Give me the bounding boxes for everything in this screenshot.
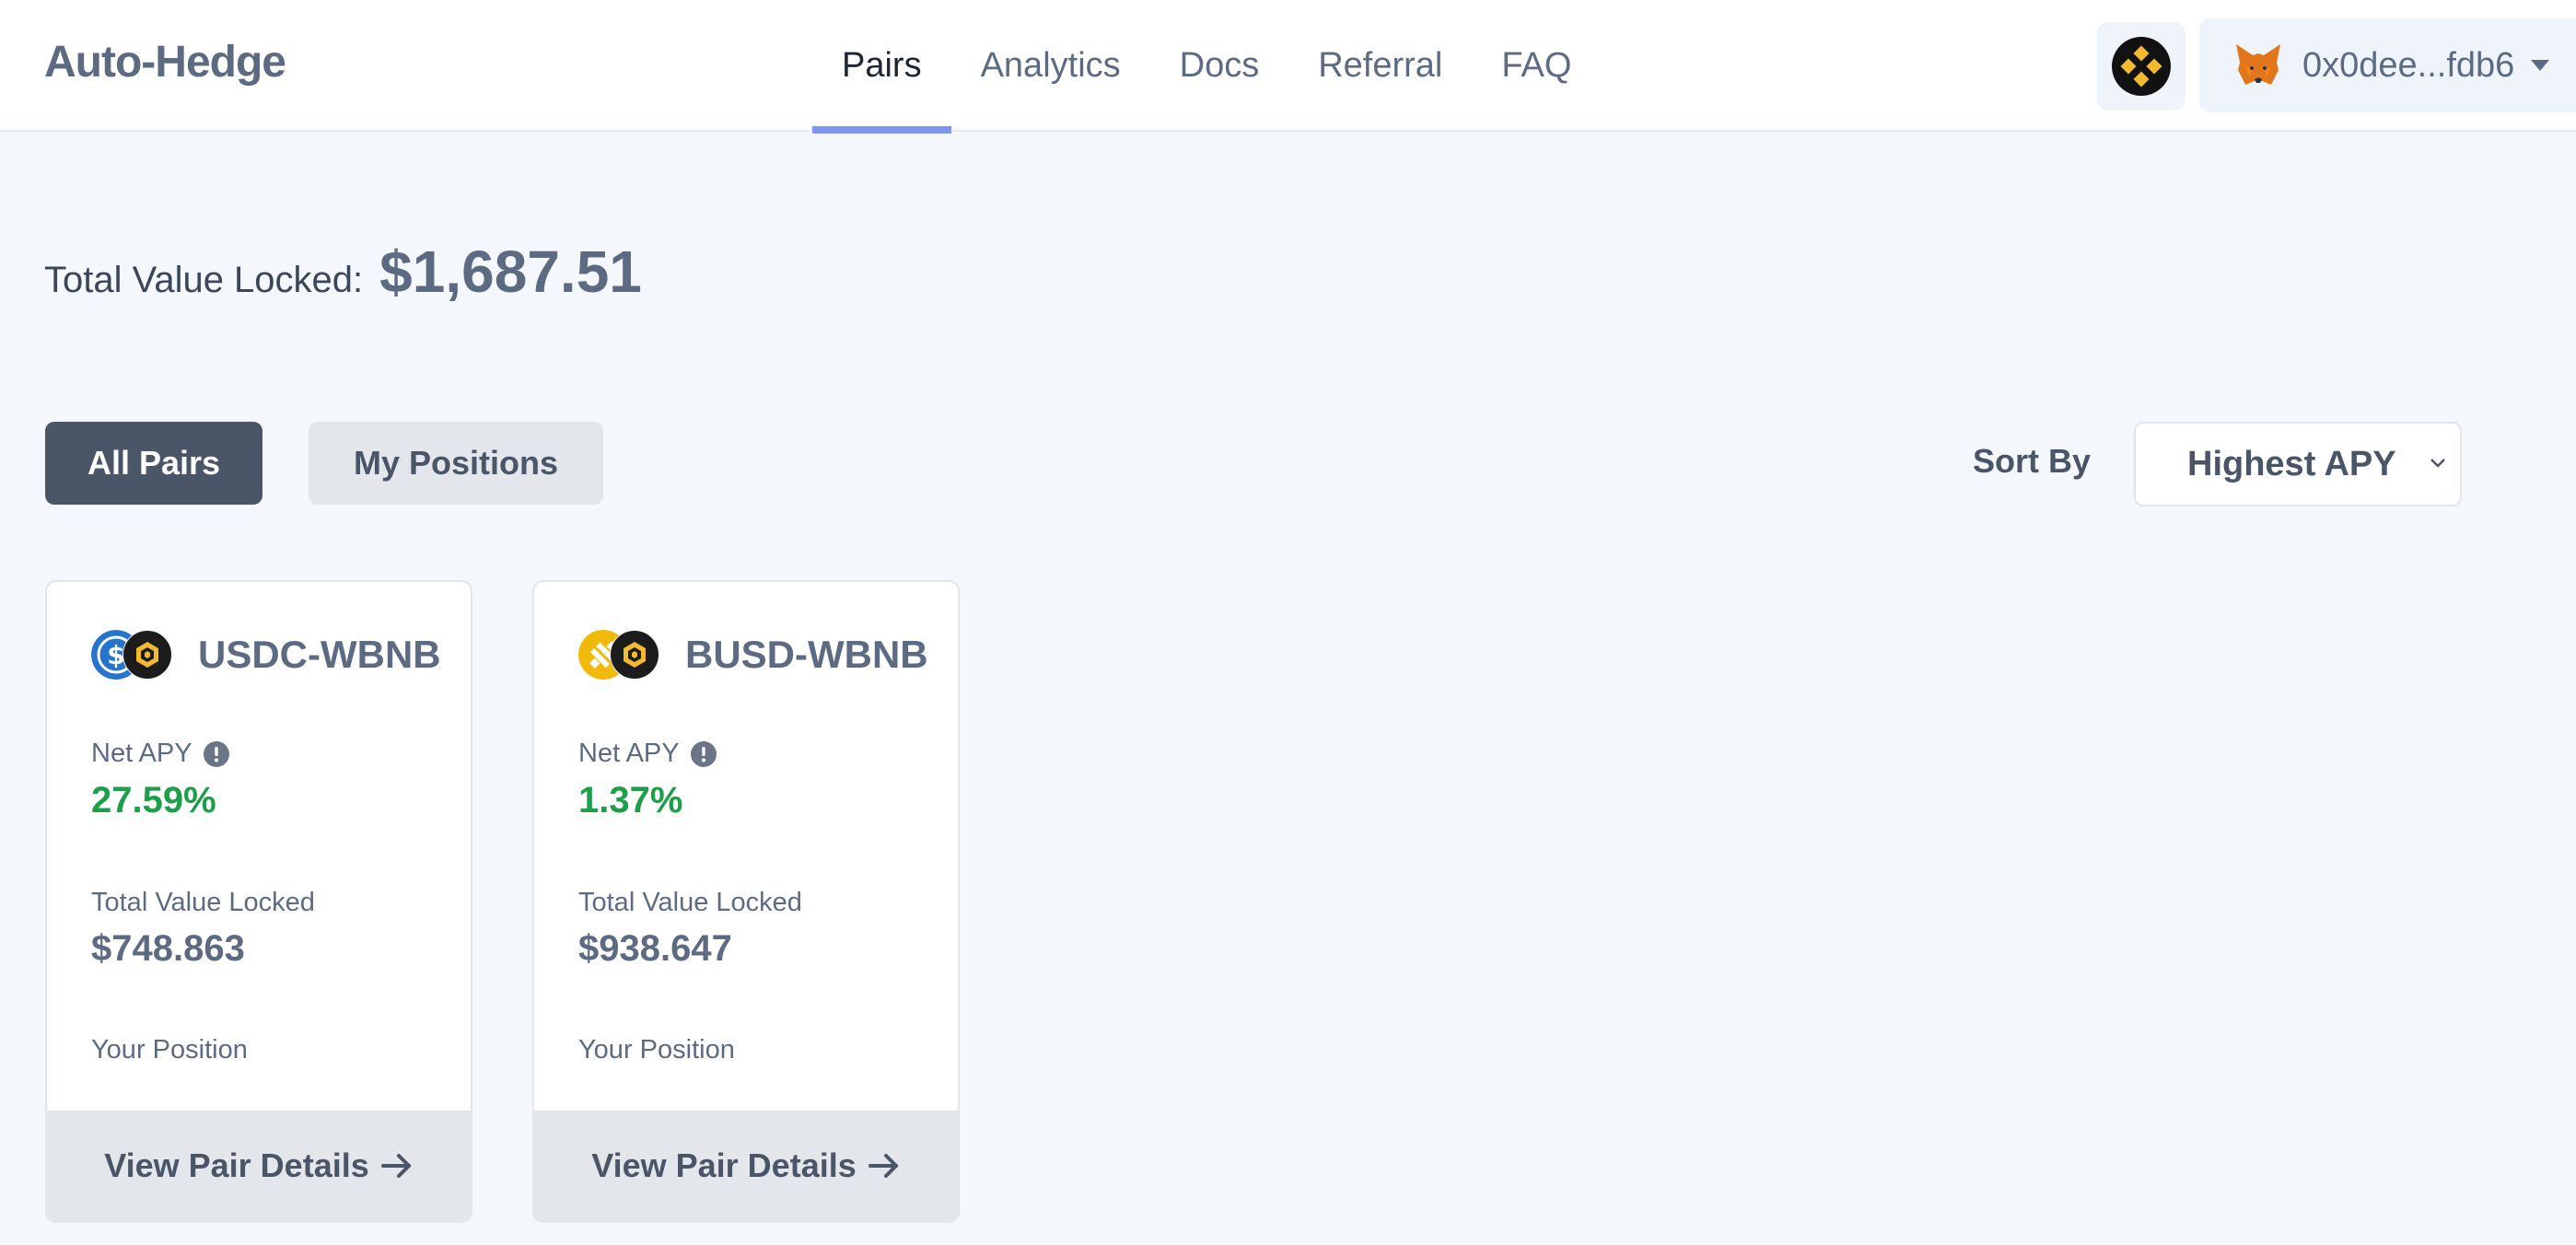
info-icon[interactable] (690, 740, 717, 767)
your-position-label: Your Position (91, 1035, 248, 1065)
wallet-button[interactable]: 0x0dee...fdb6 (2199, 18, 2576, 112)
sort-select[interactable]: Highest APY (2134, 422, 2462, 506)
nav-item-referral[interactable]: Referral (1288, 0, 1472, 132)
view-pair-details-label: View Pair Details (591, 1146, 857, 1184)
nav-item-faq[interactable]: FAQ (1472, 0, 1601, 132)
sort-by-label: Sort By (1973, 442, 2092, 480)
your-position-label: Your Position (578, 1035, 735, 1065)
pair-card: $ USDC-WBNB Net APY 27.59% Total Value L… (45, 580, 472, 1223)
pair-tvl-value: $938.647 (578, 928, 732, 969)
arrow-right-icon (380, 1154, 411, 1178)
net-apy-text: Net APY (91, 739, 192, 768)
chevron-down-icon (2430, 459, 2445, 468)
net-apy-label: Net APY (91, 739, 229, 769)
pair-name: USDC-WBNB (198, 633, 441, 676)
sort-selected-value: Highest APY (2187, 444, 2396, 483)
pair-header: $ USDC-WBNB (91, 630, 441, 680)
network-button[interactable] (2097, 22, 2186, 111)
pair-token-icons (578, 630, 659, 680)
pair-header: BUSD-WBNB (578, 630, 928, 680)
pair-tvl-label: Total Value Locked (91, 888, 315, 917)
caret-down-icon (2531, 60, 2550, 71)
net-apy-value: 27.59% (91, 780, 216, 820)
main-nav: Pairs Analytics Docs Referral FAQ (812, 0, 1601, 134)
nav-item-analytics[interactable]: Analytics (951, 0, 1150, 132)
nav-item-docs[interactable]: Docs (1150, 0, 1289, 132)
top-header: Auto-Hedge Pairs Analytics Docs Referral… (0, 0, 2576, 134)
tab-my-positions[interactable]: My Positions (309, 422, 603, 505)
view-pair-details-button[interactable]: View Pair Details (534, 1111, 958, 1221)
pair-token-icons: $ (91, 630, 172, 680)
pair-name: BUSD-WBNB (685, 633, 928, 676)
net-apy-label: Net APY (578, 739, 717, 769)
metamask-fox-icon (2236, 44, 2280, 85)
arrow-right-icon (868, 1154, 898, 1178)
view-pair-details-label: View Pair Details (104, 1146, 369, 1184)
wallet-address: 0x0dee...fdb6 (2302, 45, 2515, 85)
tvl-label: Total Value Locked: (44, 260, 364, 300)
wbnb-icon (122, 630, 172, 680)
wbnb-icon (610, 630, 659, 680)
net-apy-value: 1.37% (578, 780, 683, 820)
app-logo[interactable]: Auto-Hedge (44, 37, 286, 87)
view-pair-details-button[interactable]: View Pair Details (47, 1111, 471, 1221)
info-icon[interactable] (203, 740, 229, 767)
tab-all-pairs[interactable]: All Pairs (45, 422, 262, 505)
nav-item-pairs[interactable]: Pairs (812, 0, 951, 134)
bnb-chain-icon (2112, 37, 2171, 96)
pair-card: BUSD-WBNB Net APY 1.37% Total Value Lock… (532, 580, 960, 1223)
tvl-value: $1,687.51 (379, 239, 642, 305)
pair-tvl-label: Total Value Locked (578, 888, 802, 917)
total-value-locked: Total Value Locked: $1,687.51 (44, 238, 642, 306)
pair-tvl-value: $748.863 (91, 928, 245, 969)
net-apy-text: Net APY (578, 739, 680, 768)
